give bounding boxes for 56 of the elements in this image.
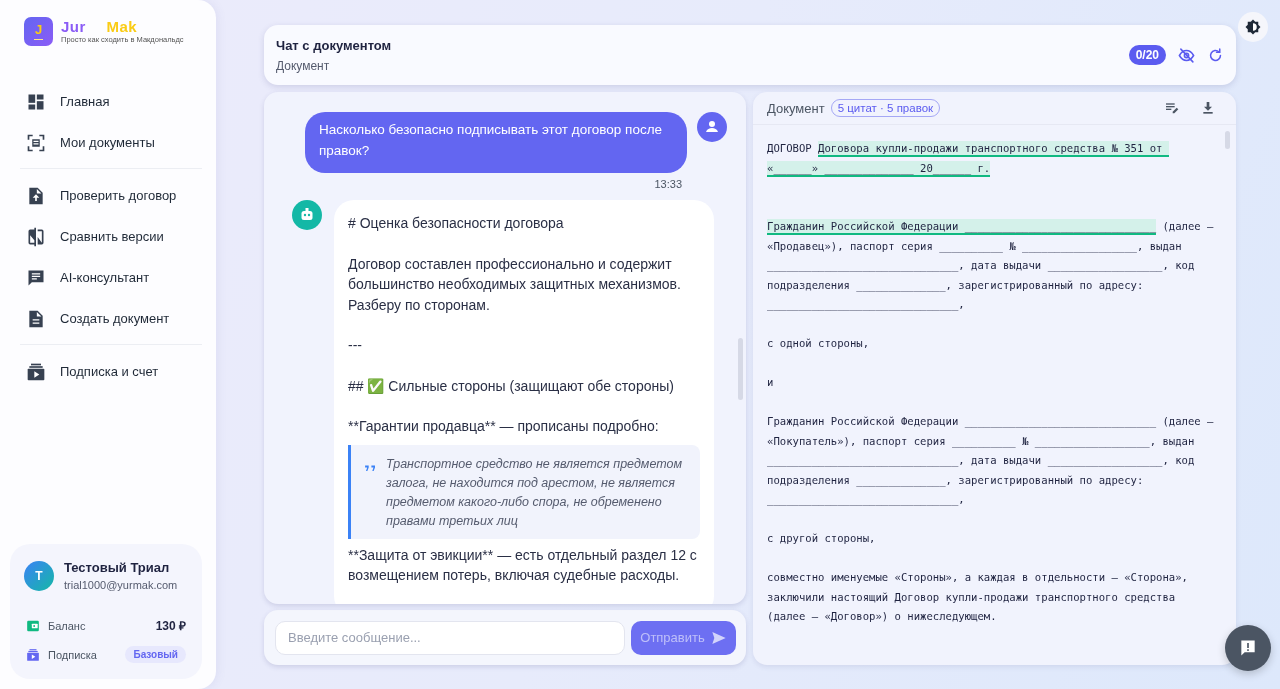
scrollbar[interactable] [1225,131,1230,149]
document-paragraph: Гражданин Российской Федерации ______________________________ (далее — «Продавец»), паспорт серия __________ № __________________, выдан ______________________________, дата выдачи __________________, код подразделения ______________, зарегистрированный по адресу: ______________________________, [767,218,1214,313]
send-icon [710,629,727,646]
quote-text: Транспортное средство не является предметом залога, не находится под арестом, не является предметом какого-либо спора, не обременено правами третьих лиц [386,455,683,530]
nav-item[interactable]: Главная [10,81,202,122]
balance-value: 130 ₽ [155,618,186,634]
message-input[interactable]: Введите сообщение... [275,620,625,655]
user-avatar-icon [697,112,727,142]
subscription-icon [26,647,40,662]
user-message: Насколько безопасно подписывать этот договор после правок? [305,112,687,173]
wallet-icon [26,618,40,633]
logo-icon: J [24,16,53,46]
scan-icon [26,132,46,153]
message-paragraph: --- [348,336,363,355]
document-paragraph: Гражданин Российской Федерации ______________________________ (далее — «Покупатель»), паспорт серия __________ № __________________, выдан ______________________________, дата выдачи __________________, код подразделения ______________, зарегистрированный по адресу: ______________________________, [767,414,1214,508]
document-paragraph: с другой стороны, [767,531,877,546]
message-counter: 0/20 [1128,45,1166,65]
file-icon [26,308,46,329]
chat-subtitle: Документ [276,58,331,73]
nav-item[interactable]: Сравнить версии [10,216,202,257]
brand-name: Jur Mak [61,18,139,35]
nav-item[interactable]: Мои документы [10,122,202,163]
chat-title: Чат с документом [276,37,392,53]
refresh-icon[interactable] [1207,46,1224,64]
plan-badge: Базовый [125,646,186,663]
message-heading: ## ✅ Сильные стороны (защищают обе стороны) [348,376,675,396]
document-paragraph: и [767,375,775,390]
nav-item[interactable]: Создать документ [10,298,202,339]
subscription-label: Подписка [48,648,98,661]
message-paragraph: **Защита от эвикции** — есть отдельный раздел 12 с возмещением потерь, включая судебные расходы. [348,545,698,585]
brightness-icon [1244,18,1262,36]
help-button[interactable] [1225,625,1271,671]
nav-item[interactable]: AI-консультант [10,257,202,298]
user-avatar: Т [24,560,54,591]
theme-toggle-button[interactable] [1238,12,1268,42]
subscription-icon [26,361,46,382]
document-paragraph: совместно именуемые «Стороны», а каждая в отдельности — «Сторона», заключили настоящий Договор купли-продажи транспортного средства (далее — «Договор») о нижеследующем. [767,570,1189,624]
upload-icon [26,185,46,206]
balance-label: Баланс [48,619,87,632]
message-paragraph: Договор составлен профессионально и содержит большинство необходимых защитных механизмов. Разберу по сторонам. [348,254,682,315]
document-title: Документ [767,100,825,116]
download-icon[interactable] [1200,100,1216,116]
user-name: Тестовый Триал [64,560,171,575]
document-paragraph: с одной стороны, [767,336,871,351]
user-email: trial1000@yurmak.com [64,579,178,591]
robot-icon [292,200,322,230]
nav-item[interactable]: Подписка и счет [10,351,202,392]
edit-list-icon[interactable] [1164,100,1180,116]
eye-off-icon[interactable] [1178,46,1195,64]
scrollbar[interactable] [738,338,743,400]
message-time: 13:33 [654,178,682,190]
message-paragraph: # Оценка безопасности договора [348,214,565,233]
feedback-icon [1238,638,1258,658]
compare-icon [26,226,46,247]
message-paragraph: **Гарантии продавца** — прописаны подробно: [348,417,660,436]
nav-item[interactable]: Проверить договор [10,175,202,216]
